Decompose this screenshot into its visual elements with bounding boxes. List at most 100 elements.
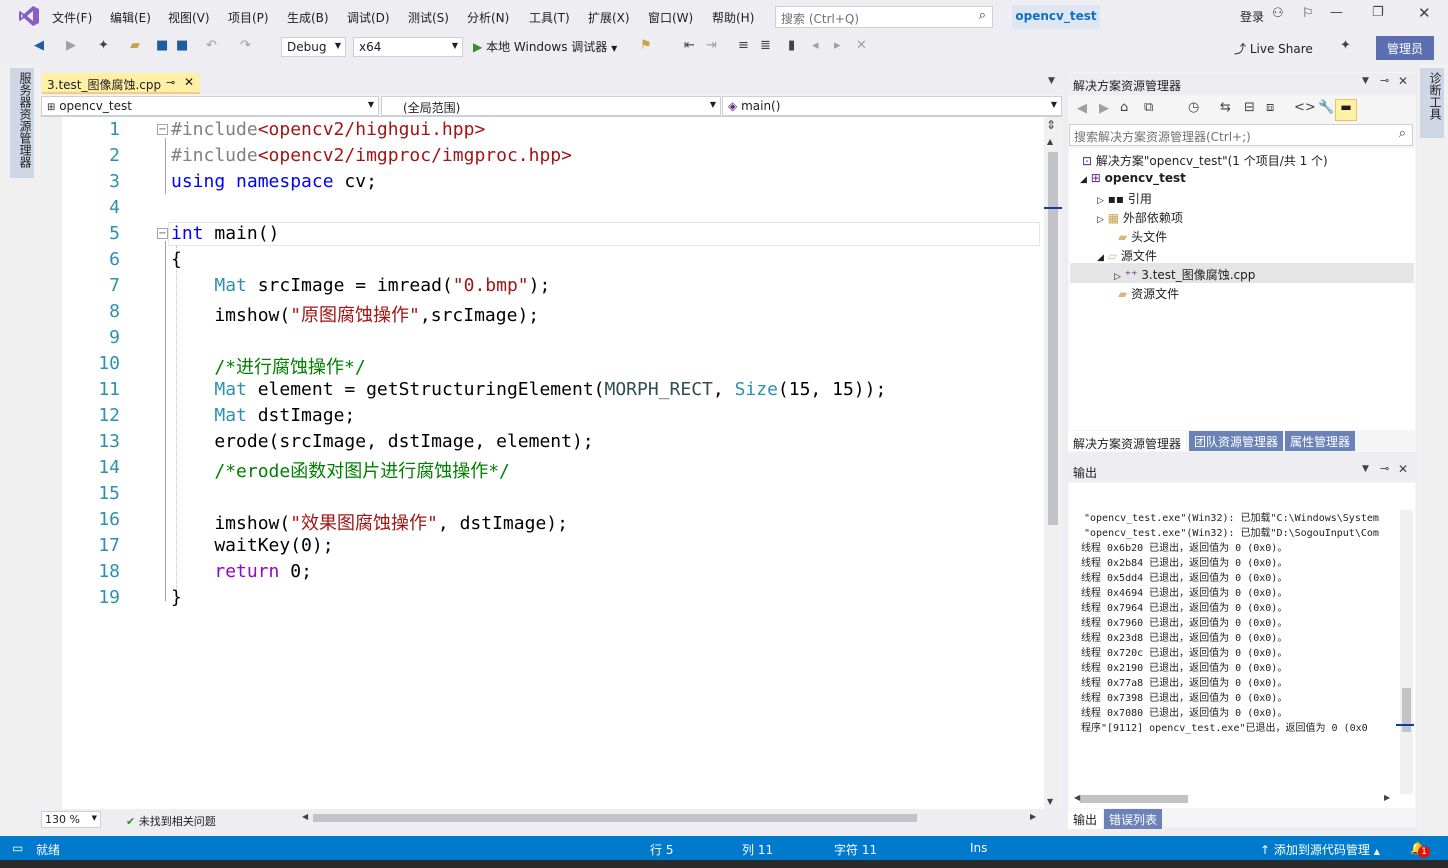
code-line[interactable]: /*进行腐蚀操作*/ — [171, 353, 365, 379]
code-line[interactable]: #include<opencv2/highgui.hpp> — [171, 119, 485, 140]
visual-studio-logo-icon[interactable] — [18, 5, 40, 27]
code-line[interactable]: using namespace cv; — [171, 171, 377, 192]
diagnostic-tools-tab[interactable]: 诊断工具 — [1420, 68, 1444, 138]
output-vertical-scrollbar[interactable] — [1400, 510, 1413, 794]
new-item-icon[interactable]: ✦ — [98, 38, 109, 53]
next-bookmark-icon[interactable]: ▸ — [834, 38, 841, 53]
save-all-icon[interactable]: ■ — [176, 38, 188, 53]
comment-icon[interactable]: ≡ — [738, 38, 749, 53]
tab-error-list[interactable]: 错误列表 — [1104, 809, 1163, 829]
code-line[interactable]: return 0; — [171, 561, 312, 582]
properties-icon[interactable]: 🔧 — [1318, 100, 1334, 115]
step-over-icon[interactable]: ⇥ — [706, 38, 717, 53]
close-icon[interactable]: ✕ — [1418, 4, 1431, 22]
tree-node-references[interactable]: ▷ ▪▪ 引用 — [1097, 190, 1152, 207]
scroll-up-icon[interactable]: ▲ — [1047, 137, 1053, 146]
notifications-button[interactable]: 🔔 1 — [1410, 841, 1430, 858]
issues-indicator[interactable]: ✔ 未找到相关问题 — [126, 813, 216, 829]
scroll-left-icon[interactable]: ◀ — [1074, 793, 1080, 802]
tab-property-manager[interactable]: 属性管理器 — [1285, 431, 1356, 451]
uncomment-icon[interactable]: ≣ — [760, 38, 771, 53]
tree-node-headers[interactable]: ▰ 头文件 — [1118, 228, 1167, 245]
tab-output[interactable]: 输出 — [1068, 809, 1103, 829]
menu-item[interactable]: 扩展(X) — [588, 9, 630, 26]
solution-search-input[interactable]: 搜索解决方案资源管理器(Ctrl+;) ⌕ — [1069, 124, 1413, 146]
menu-item[interactable]: 帮助(H) — [712, 9, 754, 26]
tab-team-explorer[interactable]: 团队资源管理器 — [1189, 431, 1284, 451]
code-line[interactable]: } — [171, 587, 182, 608]
menu-item[interactable]: 视图(V) — [168, 9, 210, 26]
login-link[interactable]: 登录 — [1240, 8, 1264, 25]
menu-item[interactable]: 生成(B) — [287, 9, 329, 26]
search-input[interactable]: 搜索 (Ctrl+Q) ⌕ — [775, 6, 993, 28]
code-line[interactable]: erode(srcImage, dstImage, element); — [171, 431, 593, 452]
code-line[interactable]: #include<opencv2/imgproc/imgproc.hpp> — [171, 145, 572, 166]
menu-item[interactable]: 测试(S) — [408, 9, 449, 26]
server-explorer-tab[interactable]: 服务器资源管理器 — [10, 68, 34, 178]
close-tab-icon[interactable]: ✕ — [184, 75, 194, 89]
editor-horizontal-scroll-thumb[interactable] — [313, 814, 917, 822]
menu-item[interactable]: 分析(N) — [467, 9, 509, 26]
tree-node-project[interactable]: ◢ ⊞ opencv_test — [1080, 171, 1186, 185]
menu-item[interactable]: 工具(T) — [529, 9, 570, 26]
code-line[interactable]: Mat element = getStructuringElement(MORP… — [171, 379, 886, 400]
code-line[interactable]: Mat srcImage = imread("0.bmp"); — [171, 275, 550, 296]
tree-node-solution[interactable]: ⊡ 解决方案"opencv_test"(1 个项目/共 1 个) — [1082, 152, 1328, 169]
open-folder-icon[interactable]: ▰ — [130, 38, 140, 53]
view-code-icon[interactable]: <> — [1294, 100, 1316, 115]
user-icon[interactable]: ⚇ — [1272, 6, 1284, 21]
scroll-right-icon[interactable]: ▶ — [1030, 812, 1036, 821]
split-editor-icon[interactable]: ⇕ — [1046, 118, 1056, 132]
code-line[interactable]: { — [171, 249, 182, 270]
tree-node-external-deps[interactable]: ▷ ▦ 外部依赖项 — [1097, 209, 1183, 226]
menu-item[interactable]: 调试(D) — [347, 9, 390, 26]
live-share-button[interactable]: ⤴ Live Share — [1234, 40, 1313, 57]
pin-icon[interactable]: ⊸ — [166, 76, 175, 89]
step-icon[interactable]: ⇤ — [684, 38, 695, 53]
tree-node-sources[interactable]: ◢ ▱ 源文件 — [1097, 247, 1157, 264]
code-line[interactable]: int main() — [171, 223, 279, 244]
forward-icon[interactable]: ▶ — [66, 38, 76, 53]
fold-toggle-icon[interactable]: − — [157, 124, 168, 135]
code-line[interactable]: imshow("原图腐蚀操作",srcImage); — [171, 301, 539, 327]
prev-bookmark-icon[interactable]: ◂ — [812, 38, 819, 53]
code-line[interactable]: /*erode函数对图片进行腐蚀操作*/ — [171, 457, 510, 483]
member-nav-select[interactable]: ◈ main() ▼ — [722, 96, 1062, 116]
code-line[interactable]: imshow("效果图腐蚀操作", dstImage); — [171, 509, 568, 535]
save-icon[interactable]: ■ — [156, 38, 168, 53]
find-in-files-icon[interactable]: ⚑ — [640, 38, 652, 53]
panel-menu-icon[interactable]: ▼ — [1362, 464, 1369, 474]
home-icon[interactable]: ⌂ — [1120, 100, 1128, 115]
undo-icon[interactable]: ↶ — [206, 38, 217, 53]
pin-person-icon[interactable]: ✦ — [1340, 38, 1351, 53]
zoom-select[interactable]: 130 % ▼ — [41, 811, 101, 828]
bookmark-icon[interactable]: ▮ — [788, 38, 795, 53]
collapse-all-icon[interactable]: ⊟ — [1244, 100, 1255, 115]
tab-solution-explorer[interactable]: 解决方案资源管理器 — [1068, 431, 1187, 451]
clear-bookmarks-icon[interactable]: ✕ — [856, 38, 867, 53]
admin-badge[interactable]: 管理员 — [1376, 36, 1434, 60]
source-control-button[interactable]: ↑ 添加到源代码管理 ▲ — [1260, 841, 1380, 858]
feedback-icon[interactable]: ⚐ — [1302, 6, 1314, 21]
pin-icon[interactable]: ⊸ — [1380, 462, 1389, 475]
tab-overflow-icon[interactable]: ▼ — [1048, 76, 1055, 86]
scroll-down-icon[interactable]: ▼ — [1047, 797, 1053, 806]
tree-node-cpp-file[interactable]: ▷ ⁺⁺ 3.test_图像腐蚀.cpp — [1114, 266, 1255, 283]
show-all-files-icon[interactable]: ⧈ — [1266, 100, 1274, 115]
forward-icon[interactable]: ▶ — [1099, 101, 1109, 116]
back-icon[interactable]: ◀ — [34, 38, 44, 53]
redo-icon[interactable]: ↷ — [240, 38, 251, 53]
pin-icon[interactable]: ⊸ — [1380, 74, 1389, 87]
project-nav-select[interactable]: ⊞ opencv_test ▼ — [41, 96, 379, 116]
scope-nav-select[interactable]: (全局范围) ▼ — [381, 96, 721, 116]
minimize-icon[interactable]: — — [1330, 5, 1343, 20]
code-line[interactable]: waitKey(0); — [171, 535, 333, 556]
restore-icon[interactable]: ❐ — [1372, 5, 1384, 20]
menu-item[interactable]: 窗口(W) — [648, 9, 693, 26]
file-tab[interactable]: 3.test_图像腐蚀.cpp ⊸ ✕ — [42, 73, 200, 94]
scroll-left-icon[interactable]: ◀ — [302, 812, 308, 821]
platform-select[interactable]: x64 ▼ — [353, 37, 463, 57]
sync-icon[interactable]: ⇆ — [1220, 100, 1231, 115]
scroll-right-icon[interactable]: ▶ — [1384, 793, 1390, 802]
panel-menu-icon[interactable]: ▼ — [1362, 76, 1369, 86]
